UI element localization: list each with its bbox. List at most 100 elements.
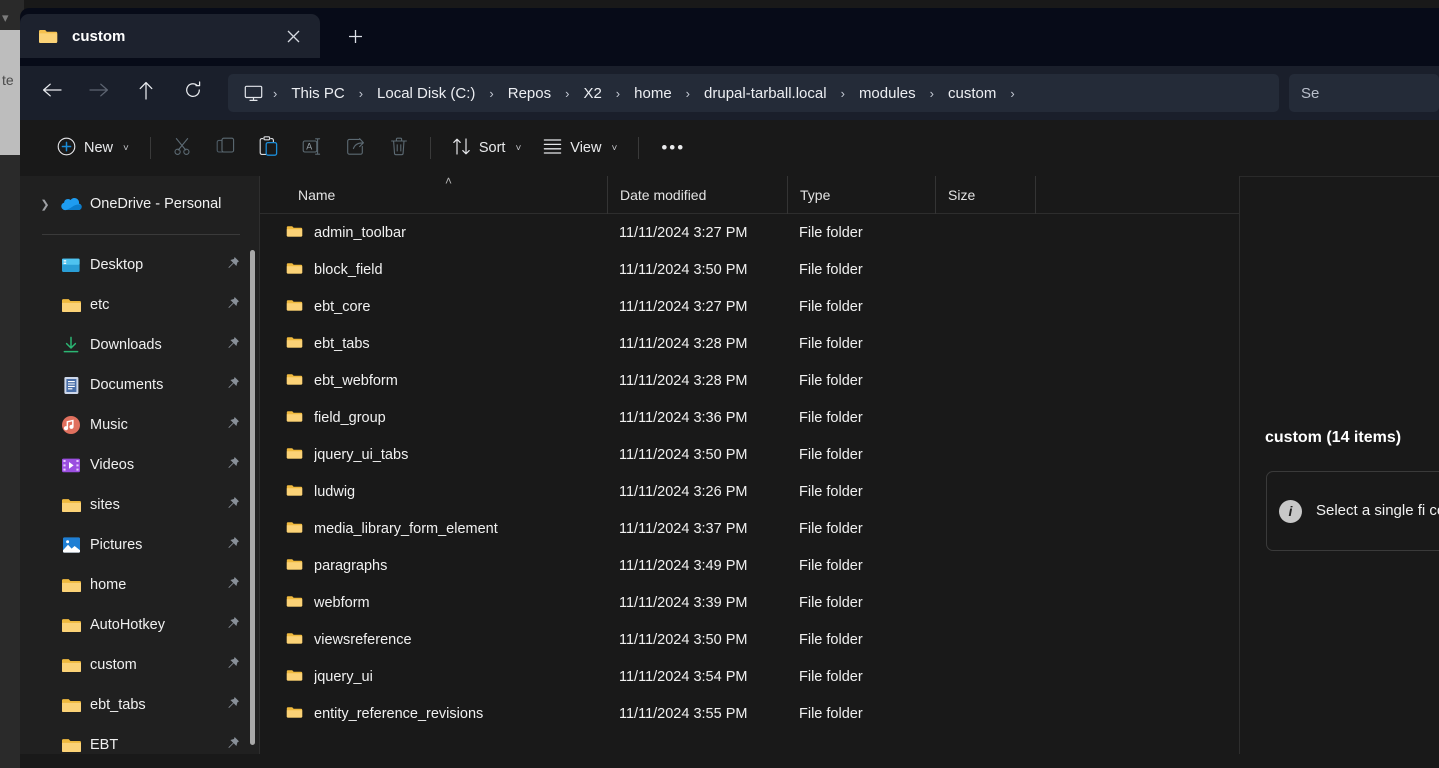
pin-icon[interactable]	[226, 616, 240, 635]
file-name-cell[interactable]: admin_toolbar	[260, 224, 607, 242]
file-name-cell[interactable]: paragraphs	[260, 557, 607, 575]
sidebar-item-pictures[interactable]: Pictures	[26, 525, 254, 565]
copy-button[interactable]	[204, 130, 247, 166]
table-row[interactable]: admin_toolbar 11/11/2024 3:27 PM File fold…	[260, 214, 1240, 251]
file-name-cell[interactable]: media_library_form_element	[260, 520, 607, 538]
pin-icon[interactable]	[226, 336, 240, 355]
pin-icon[interactable]	[226, 416, 240, 435]
sidebar-item-desktop[interactable]: Desktop	[26, 245, 254, 285]
breadcrumb-item-this-pc[interactable]: This PC	[285, 82, 350, 105]
arrow-right-icon	[89, 82, 109, 104]
rename-button[interactable]: A	[290, 130, 334, 166]
sidebar-item-label: etc	[90, 297, 110, 313]
sidebar-item-autohotkey[interactable]: AutoHotkey	[26, 605, 254, 645]
sidebar-item-etc[interactable]: etc	[26, 285, 254, 325]
table-row[interactable]: jquery_ui 11/11/2024 3:54 PM File folder	[260, 658, 1240, 695]
refresh-button[interactable]	[173, 75, 213, 111]
sidebar-item-home[interactable]: home	[26, 565, 254, 605]
sidebar-item-documents[interactable]: Documents	[26, 365, 254, 405]
pin-icon[interactable]	[226, 296, 240, 315]
table-row[interactable]: ebt_webform 11/11/2024 3:28 PM File folder	[260, 362, 1240, 399]
pin-icon[interactable]	[226, 376, 240, 395]
table-row[interactable]: ebt_tabs 11/11/2024 3:28 PM File folder	[260, 325, 1240, 362]
breadcrumb-item-repos[interactable]: Repos	[502, 82, 557, 105]
file-name-cell[interactable]: jquery_ui	[260, 668, 607, 686]
table-row[interactable]: paragraphs 11/11/2024 3:49 PM File folder	[260, 547, 1240, 584]
table-row[interactable]: jquery_ui_tabs 11/11/2024 3:50 PM File fol…	[260, 436, 1240, 473]
view-button[interactable]: View ˅	[532, 130, 628, 166]
column-header-size[interactable]: Size	[935, 176, 1035, 214]
file-name-cell[interactable]: field_group	[260, 409, 607, 427]
paste-button[interactable]	[247, 130, 290, 166]
table-row[interactable]: field_group 11/11/2024 3:36 PM File folder	[260, 399, 1240, 436]
file-type-cell: File folder	[799, 520, 863, 537]
breadcrumb-item-custom[interactable]: custom	[942, 82, 1002, 105]
breadcrumb-item-modules[interactable]: modules	[853, 82, 922, 105]
delete-button[interactable]	[378, 130, 420, 166]
pin-icon[interactable]	[226, 576, 240, 595]
table-row[interactable]: ebt_core 11/11/2024 3:27 PM File folder	[260, 288, 1240, 325]
sidebar-item-label: Pictures	[90, 537, 143, 553]
new-tab-button[interactable]	[338, 20, 372, 52]
navigation-pane-scrollbar[interactable]	[250, 250, 255, 745]
command-separator	[638, 137, 640, 159]
sidebar-item-videos[interactable]: Videos	[26, 445, 254, 485]
table-row[interactable]: entity_reference_revisions 11/11/2024 3:5…	[260, 695, 1240, 732]
sort-button[interactable]: Sort ˅	[441, 130, 532, 166]
file-name-cell[interactable]: block_field	[260, 261, 607, 279]
folder-icon	[286, 372, 303, 390]
table-row[interactable]: viewsreference 11/11/2024 3:50 PM File fol…	[260, 621, 1240, 658]
more-options-button[interactable]: •••	[649, 130, 697, 166]
table-row[interactable]: webform 11/11/2024 3:39 PM File folder	[260, 584, 1240, 621]
file-name-cell[interactable]: viewsreference	[260, 631, 607, 649]
file-name-cell[interactable]: ebt_core	[260, 298, 607, 316]
breadcrumb-separator: ›	[273, 85, 278, 101]
breadcrumb-item-drupal-tarball-local[interactable]: drupal-tarball.local	[698, 82, 833, 105]
sidebar-item-downloads[interactable]: Downloads	[26, 325, 254, 365]
sidebar-item-sites[interactable]: sites	[26, 485, 254, 525]
chevron-right-icon[interactable]: ❯	[34, 198, 56, 211]
sidebar-item-onedrive[interactable]: ❯ OneDrive - Personal	[26, 184, 254, 224]
breadcrumb-item-x2[interactable]: X2	[577, 82, 607, 105]
pin-icon[interactable]	[226, 656, 240, 675]
pin-icon[interactable]	[226, 536, 240, 555]
breadcrumb[interactable]: › This PC › Local Disk (C:) › Repos › X2…	[228, 74, 1279, 112]
breadcrumb-item-local-disk[interactable]: Local Disk (C:)	[371, 82, 481, 105]
up-button[interactable]	[126, 75, 166, 111]
column-header-type[interactable]: Type	[787, 176, 935, 214]
file-name-cell[interactable]: ebt_webform	[260, 372, 607, 390]
column-header-date-modified[interactable]: Date modified	[607, 176, 787, 214]
details-pane-divider	[1240, 176, 1439, 177]
file-name-cell[interactable]: jquery_ui_tabs	[260, 446, 607, 464]
breadcrumb-item-home[interactable]: home	[628, 82, 678, 105]
file-type-cell: File folder	[799, 224, 863, 241]
file-name-cell[interactable]: ebt_tabs	[260, 335, 607, 353]
share-button[interactable]	[334, 130, 378, 166]
pin-icon[interactable]	[226, 256, 240, 275]
tab-custom[interactable]: custom	[20, 14, 320, 58]
search-input[interactable]: Se	[1289, 74, 1439, 112]
close-icon[interactable]	[278, 21, 308, 51]
new-button[interactable]: New ˅	[46, 130, 140, 166]
pin-icon[interactable]	[226, 736, 240, 755]
file-name-cell[interactable]: entity_reference_revisions	[260, 705, 607, 723]
pin-icon[interactable]	[226, 496, 240, 515]
sidebar-item-ebt-tabs[interactable]: ebt_tabs	[26, 685, 254, 725]
this-pc-monitor-icon[interactable]	[242, 85, 265, 102]
sidebar-item-music[interactable]: Music	[26, 405, 254, 445]
table-row[interactable]: ludwig 11/11/2024 3:26 PM File folder	[260, 473, 1240, 510]
sidebar-item-label: custom	[90, 657, 137, 673]
sidebar-item-ebt[interactable]: EBT	[26, 725, 254, 754]
file-name-cell[interactable]: ludwig	[260, 483, 607, 501]
column-header-name[interactable]: Name ˄	[260, 176, 607, 214]
pin-icon[interactable]	[226, 696, 240, 715]
table-row[interactable]: media_library_form_element 11/11/2024 3:3…	[260, 510, 1240, 547]
table-row[interactable]: block_field 11/11/2024 3:50 PM File folder	[260, 251, 1240, 288]
file-name-cell[interactable]: webform	[260, 594, 607, 612]
back-button[interactable]	[32, 75, 72, 111]
cut-button[interactable]	[161, 130, 204, 166]
sidebar-item-custom[interactable]: custom	[26, 645, 254, 685]
file-type-cell: File folder	[799, 335, 863, 352]
pin-icon[interactable]	[226, 456, 240, 475]
forward-button[interactable]	[79, 75, 119, 111]
